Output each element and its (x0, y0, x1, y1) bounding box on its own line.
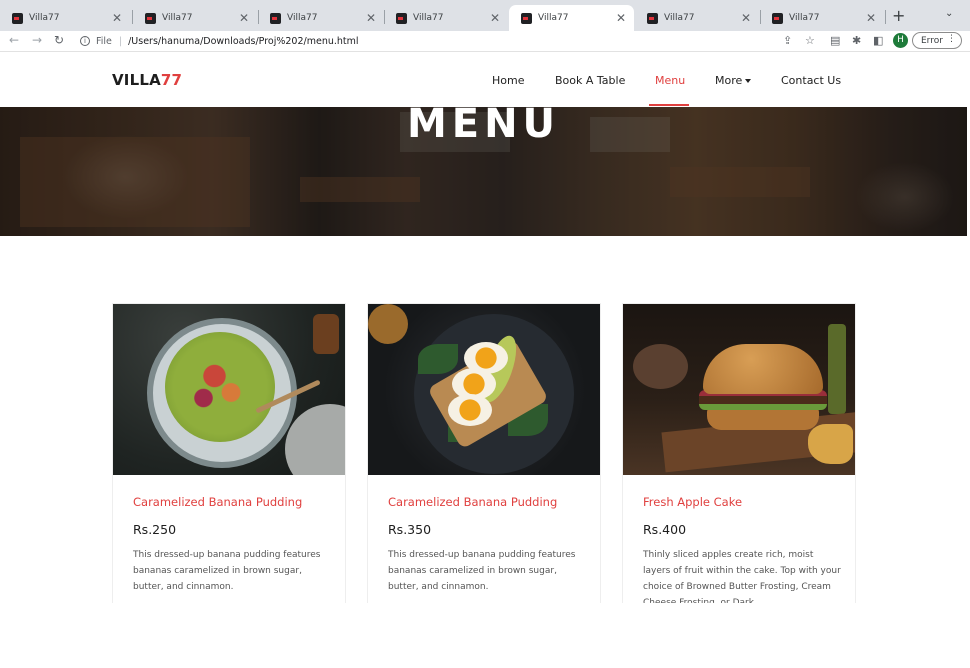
menu-item-description: Thinly sliced apples create rich, moist … (643, 550, 841, 603)
close-tab-icon[interactable]: ✕ (866, 11, 876, 25)
menu-item-price: Rs.400 (643, 522, 687, 537)
close-tab-icon[interactable]: ✕ (741, 11, 751, 25)
favicon-icon (12, 12, 23, 24)
active-nav-underline (649, 104, 689, 106)
tab-title: Villa77 (413, 13, 444, 23)
close-tab-icon[interactable]: ✕ (239, 11, 249, 25)
tab-title: Villa77 (538, 13, 569, 23)
reading-mode-icon[interactable]: ▤ (830, 34, 840, 47)
site-header: VILLA77 Home Book A Table Menu More Cont… (0, 53, 970, 107)
close-tab-icon[interactable]: ✕ (366, 11, 376, 25)
tab-title: Villa77 (162, 13, 193, 23)
more-vert-icon[interactable]: ⋮ (947, 34, 956, 44)
favicon-icon (647, 12, 658, 24)
profile-avatar[interactable]: H (893, 33, 908, 48)
favicon-icon (772, 12, 783, 24)
favicon-icon (270, 12, 281, 24)
favicon-icon (396, 12, 407, 24)
salad-bowl-photo (113, 304, 345, 475)
nav-book-a-table[interactable]: Book A Table (555, 74, 625, 87)
browser-tab-active[interactable]: Villa77 ✕ (509, 5, 634, 31)
forward-arrow-icon[interactable]: → (32, 33, 42, 47)
close-tab-icon[interactable]: ✕ (112, 11, 122, 25)
share-icon[interactable]: ⇪ (783, 34, 792, 47)
menu-card[interactable]: Fresh Apple Cake Rs.400 Thinly sliced ap… (622, 303, 856, 603)
burger-photo (623, 304, 855, 475)
page-title: MENU (406, 107, 561, 147)
error-label: Error (921, 35, 943, 46)
nav-home[interactable]: Home (492, 74, 524, 87)
browser-tab-strip: Villa77 ✕ Villa77 ✕ Villa77 ✕ Villa77 ✕ … (0, 0, 970, 31)
favicon-icon (145, 12, 156, 24)
tab-separator (885, 10, 886, 24)
close-tab-icon[interactable]: ✕ (490, 11, 500, 25)
tab-search-chevron-icon[interactable]: ⌄ (945, 8, 953, 19)
menu-item-price: Rs.250 (133, 522, 177, 537)
menu-item-title[interactable]: Caramelized Banana Pudding (388, 495, 557, 509)
logo-accent: 77 (160, 71, 183, 89)
side-panel-icon[interactable]: ◧ (873, 34, 883, 47)
menu-card[interactable]: Caramelized Banana Pudding Rs.350 This d… (367, 303, 601, 603)
menu-item-price: Rs.350 (388, 522, 432, 537)
tab-title: Villa77 (664, 13, 695, 23)
site-logo[interactable]: VILLA77 (112, 71, 182, 89)
menu-item-description: This dressed-up banana pudding features … (388, 550, 576, 592)
new-tab-icon[interactable]: + (892, 6, 905, 25)
menu-card[interactable]: Caramelized Banana Pudding Rs.250 This d… (112, 303, 346, 603)
browser-tab[interactable]: Villa77 ✕ (635, 5, 759, 31)
logo-text: VILLA (112, 71, 161, 89)
nav-more-dropdown[interactable]: More (715, 74, 752, 87)
nav-contact-us[interactable]: Contact Us (781, 74, 841, 87)
tab-title: Villa77 (29, 13, 60, 23)
tab-title: Villa77 (287, 13, 318, 23)
back-arrow-icon[interactable]: ← (9, 33, 19, 47)
browser-tab[interactable]: Villa77 ✕ (760, 5, 884, 31)
error-button[interactable]: Error ⋮ (912, 32, 962, 49)
extensions-puzzle-icon[interactable]: ✱ (852, 34, 861, 47)
caret-down-icon (745, 79, 752, 83)
hero-banner: MENU (0, 107, 967, 236)
address-scheme: File (96, 35, 112, 47)
browser-tab[interactable]: Villa77 ✕ (258, 5, 384, 31)
info-icon[interactable]: i (80, 36, 90, 46)
favicon-icon (521, 12, 532, 24)
browser-toolbar: ← → ↻ i File | /Users/hanuma/Downloads/P… (0, 31, 970, 52)
menu-item-title[interactable]: Fresh Apple Cake (643, 495, 742, 509)
address-bar[interactable]: i File | /Users/hanuma/Downloads/Proj%20… (74, 32, 770, 50)
nav-menu[interactable]: Menu (655, 74, 685, 87)
close-tab-icon[interactable]: ✕ (616, 11, 626, 25)
tab-title: Villa77 (789, 13, 820, 23)
reload-icon[interactable]: ↻ (54, 33, 64, 47)
browser-tab[interactable]: Villa77 ✕ (384, 5, 508, 31)
bookmark-star-icon[interactable]: ☆ (805, 34, 815, 47)
address-divider: | (118, 35, 123, 47)
nav-more-label: More (715, 74, 743, 87)
menu-item-description: This dressed-up banana pudding features … (133, 550, 321, 592)
egg-toast-photo (368, 304, 600, 475)
browser-tab[interactable]: Villa77 ✕ (0, 5, 130, 31)
address-url[interactable]: /Users/hanuma/Downloads/Proj%202/menu.ht… (128, 36, 358, 47)
browser-tab[interactable]: Villa77 ✕ (133, 5, 257, 31)
menu-item-title[interactable]: Caramelized Banana Pudding (133, 495, 302, 509)
